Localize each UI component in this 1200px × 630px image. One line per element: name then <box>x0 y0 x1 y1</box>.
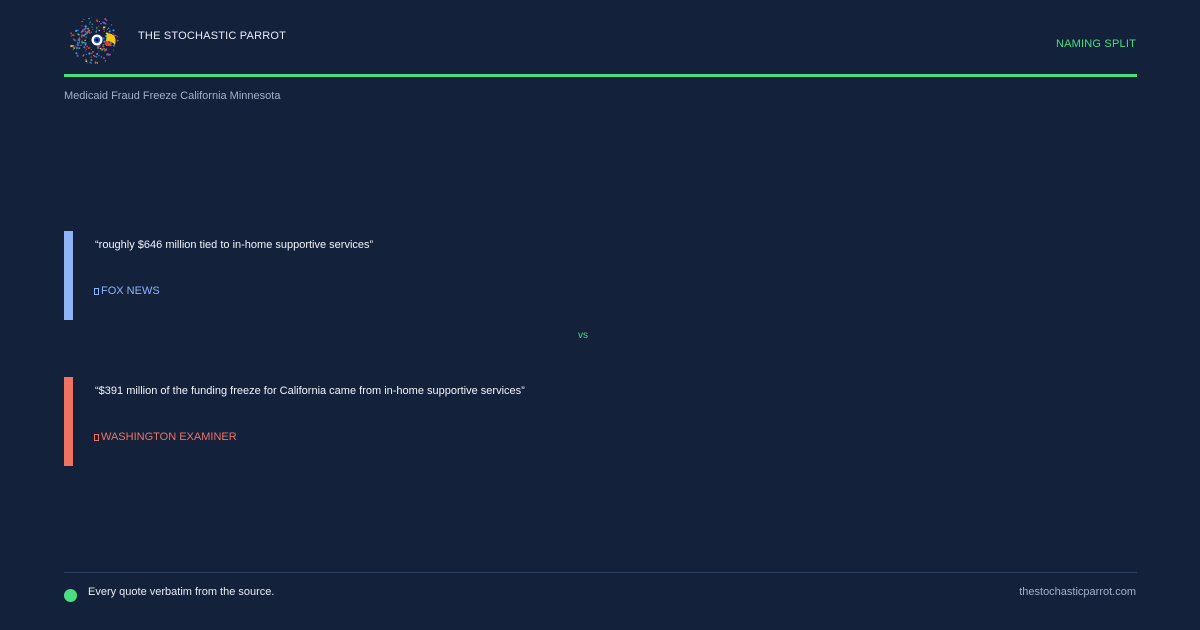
quote-source-label: FOX NEWS <box>101 285 160 297</box>
quote-source-label: WASHINGTON EXAMINER <box>101 431 237 443</box>
quote-card-washington-examiner: “$391 million of the funding freeze for … <box>64 377 1137 466</box>
quote-text: “$391 million of the funding freeze for … <box>95 385 525 397</box>
footer-note: Every quote verbatim from the source. <box>88 586 275 598</box>
quote-source: FOX NEWS <box>94 285 160 297</box>
quote-text: “roughly $646 million tied to in-home su… <box>95 239 374 251</box>
footer-domain-link[interactable]: thestochasticparrot.com <box>1019 586 1136 598</box>
footer-divider <box>64 572 1137 573</box>
header-accent-rule <box>64 74 1137 77</box>
parrot-logo-icon <box>70 16 119 64</box>
quote-accent-bar <box>64 231 73 320</box>
quote-card-fox-news: “roughly $646 million tied to in-home su… <box>64 231 1137 320</box>
topic-title: Medicaid Fraud Freeze California Minneso… <box>64 90 281 102</box>
quote-accent-bar <box>64 377 73 466</box>
brand-name: THE STOCHASTIC PARROT <box>138 30 287 42</box>
quote-source: WASHINGTON EXAMINER <box>94 431 237 443</box>
status-dot-icon <box>64 589 77 602</box>
versus-label: vs <box>578 330 588 341</box>
naming-split-tag: NAMING SPLIT <box>1055 38 1136 50</box>
share-card: THE STOCHASTIC PARROT NAMING SPLIT Medic… <box>0 0 1200 630</box>
document-icon <box>94 434 99 441</box>
document-icon <box>94 288 99 295</box>
